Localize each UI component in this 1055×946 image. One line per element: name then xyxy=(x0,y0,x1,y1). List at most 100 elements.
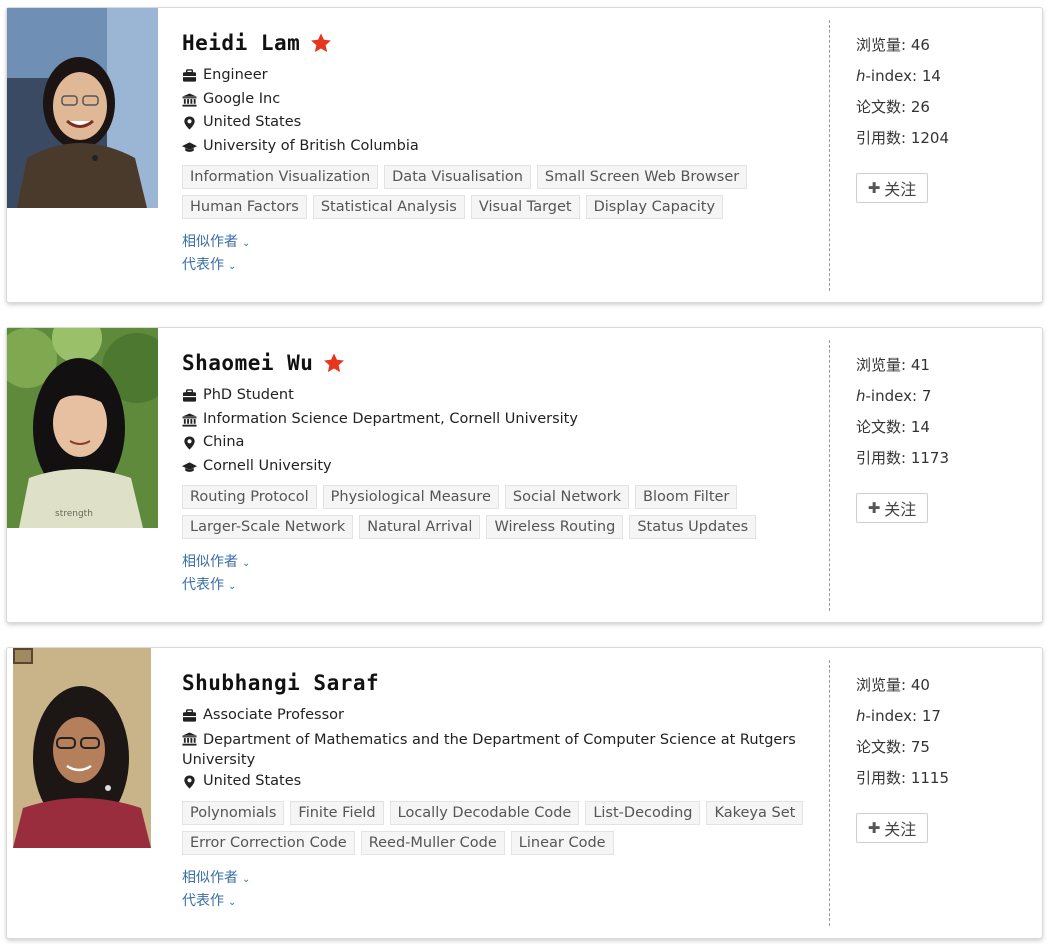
tag[interactable]: List-Decoding xyxy=(585,801,701,825)
tag[interactable]: Physiological Measure xyxy=(322,485,499,509)
location-pin-icon xyxy=(184,116,195,130)
position-text: Engineer xyxy=(203,67,268,83)
affiliation-text: Google Inc xyxy=(203,90,281,107)
author-photo[interactable] xyxy=(13,648,151,848)
chevron-down-icon: ⌄ xyxy=(242,238,251,249)
tag[interactable]: Finite Field xyxy=(290,801,384,825)
plus-icon: ✚ xyxy=(867,819,881,837)
hindex-stat: h-index: 14 xyxy=(856,66,949,97)
location-pin-icon xyxy=(184,774,195,789)
citations-value: 1115 xyxy=(910,769,950,787)
author-name[interactable]: Heidi Lam xyxy=(182,31,300,55)
tag[interactable]: Status Updates xyxy=(629,515,757,539)
papers-label: 论文数: xyxy=(856,418,907,436)
tag[interactable]: Routing Protocol xyxy=(182,485,317,509)
tag[interactable]: Kakeya Set xyxy=(706,801,804,825)
name-row: Shaomei Wu xyxy=(182,348,345,378)
tag[interactable]: Small Screen Web Browser xyxy=(536,165,748,189)
tag[interactable]: Linear Code xyxy=(510,831,614,855)
follow-button[interactable]: ✚ 关注 xyxy=(856,493,928,523)
representative-works-label: 代表作 xyxy=(182,257,224,273)
views-value: 40 xyxy=(910,676,930,694)
plus-icon: ✚ xyxy=(867,499,881,517)
tag[interactable]: Statistical Analysis xyxy=(312,195,465,219)
citations-stat: 引用数: 1204 xyxy=(856,128,949,159)
position-line: PhD Student xyxy=(182,384,578,408)
papers-value: 26 xyxy=(910,98,930,116)
tag[interactable]: Wireless Routing xyxy=(486,515,624,539)
tag[interactable]: Error Correction Code xyxy=(182,831,355,855)
tag[interactable]: Visual Target xyxy=(470,195,580,219)
affiliation-text: Department of Mathematics and the Depart… xyxy=(203,731,796,748)
position-text: PhD Student xyxy=(203,387,294,403)
views-stat: 浏览量: 40 xyxy=(856,675,949,706)
tag[interactable]: Natural Arrival xyxy=(359,515,481,539)
name-row: Shubhangi Saraf xyxy=(182,668,379,698)
citations-label: 引用数: xyxy=(856,449,907,467)
education-line: University of British Columbia xyxy=(182,135,419,159)
tag[interactable]: Information Visualization xyxy=(182,165,379,189)
views-stat: 浏览量: 46 xyxy=(856,35,949,66)
representative-works-link[interactable]: 代表作 ⌄ xyxy=(182,575,250,598)
tag[interactable]: Polynomials xyxy=(182,801,285,825)
author-name[interactable]: Shubhangi Saraf xyxy=(182,671,379,695)
institution-icon xyxy=(182,731,197,746)
similar-authors-link[interactable]: 相似作者 ⌄ xyxy=(182,552,250,575)
divider xyxy=(829,660,830,926)
graduation-cap-icon xyxy=(182,141,197,152)
tag[interactable]: Display Capacity xyxy=(585,195,724,219)
country-line: United States xyxy=(182,111,419,135)
affiliation-text-continued: University xyxy=(182,751,256,768)
tag[interactable]: Human Factors xyxy=(182,195,307,219)
citations-value: 1173 xyxy=(910,449,950,467)
hindex-h: h xyxy=(856,707,866,725)
representative-works-label: 代表作 xyxy=(182,893,224,909)
representative-works-link[interactable]: 代表作 ⌄ xyxy=(182,891,250,914)
similar-authors-link[interactable]: 相似作者 ⌄ xyxy=(182,232,250,255)
hindex-value: 14 xyxy=(921,67,941,85)
tag[interactable]: Larger-Scale Network xyxy=(182,515,354,539)
author-meta: PhD Student Information Science Departme… xyxy=(182,384,578,478)
chevron-down-icon: ⌄ xyxy=(228,581,237,592)
star-icon[interactable] xyxy=(310,32,332,54)
citations-value: 1204 xyxy=(910,129,950,147)
citations-stat: 引用数: 1115 xyxy=(856,768,949,799)
graduation-cap-icon xyxy=(182,461,197,472)
affiliation-text: Information Science Department, Cornell … xyxy=(203,410,578,427)
follow-button[interactable]: ✚ 关注 xyxy=(856,813,928,843)
country-text: China xyxy=(203,434,245,450)
follow-button[interactable]: ✚ 关注 xyxy=(856,173,928,203)
representative-works-link[interactable]: 代表作 ⌄ xyxy=(182,255,250,278)
position-line: Associate Professor xyxy=(182,704,796,728)
similar-authors-link[interactable]: 相似作者 ⌄ xyxy=(182,868,250,891)
divider xyxy=(829,20,830,291)
tag[interactable]: Reed-Muller Code xyxy=(360,831,505,855)
citations-label: 引用数: xyxy=(856,769,907,787)
hindex-stat: h-index: 7 xyxy=(856,386,949,417)
hindex-value: 7 xyxy=(921,387,932,405)
papers-stat: 论文数: 26 xyxy=(856,97,949,128)
briefcase-icon xyxy=(182,389,197,402)
papers-stat: 论文数: 75 xyxy=(856,737,949,768)
similar-authors-label: 相似作者 xyxy=(182,234,238,250)
institution-icon xyxy=(182,412,197,427)
tag[interactable]: Bloom Filter xyxy=(635,485,738,509)
author-photo[interactable] xyxy=(7,8,158,208)
similar-authors-label: 相似作者 xyxy=(182,554,238,570)
research-tags: Information Visualization Data Visualisa… xyxy=(182,165,822,225)
author-stats: 浏览量: 46 h-index: 14 论文数: 26 引用数: 1204 xyxy=(856,35,949,159)
star-icon[interactable] xyxy=(323,352,345,374)
chevron-down-icon: ⌄ xyxy=(242,558,251,569)
hindex-h: h xyxy=(856,67,866,85)
hindex-label: -index: xyxy=(865,707,918,725)
citations-label: 引用数: xyxy=(856,129,907,147)
author-name[interactable]: Shaomei Wu xyxy=(182,351,313,375)
author-photo[interactable]: strength xyxy=(7,328,158,528)
research-tags: Polynomials Finite Field Locally Decodab… xyxy=(182,801,822,861)
tag[interactable]: Data Visualisation xyxy=(384,165,531,189)
institution-icon xyxy=(182,92,197,107)
tag[interactable]: Social Network xyxy=(504,485,630,509)
representative-works-label: 代表作 xyxy=(182,577,224,593)
views-label: 浏览量: xyxy=(856,676,907,694)
tag[interactable]: Locally Decodable Code xyxy=(389,801,580,825)
